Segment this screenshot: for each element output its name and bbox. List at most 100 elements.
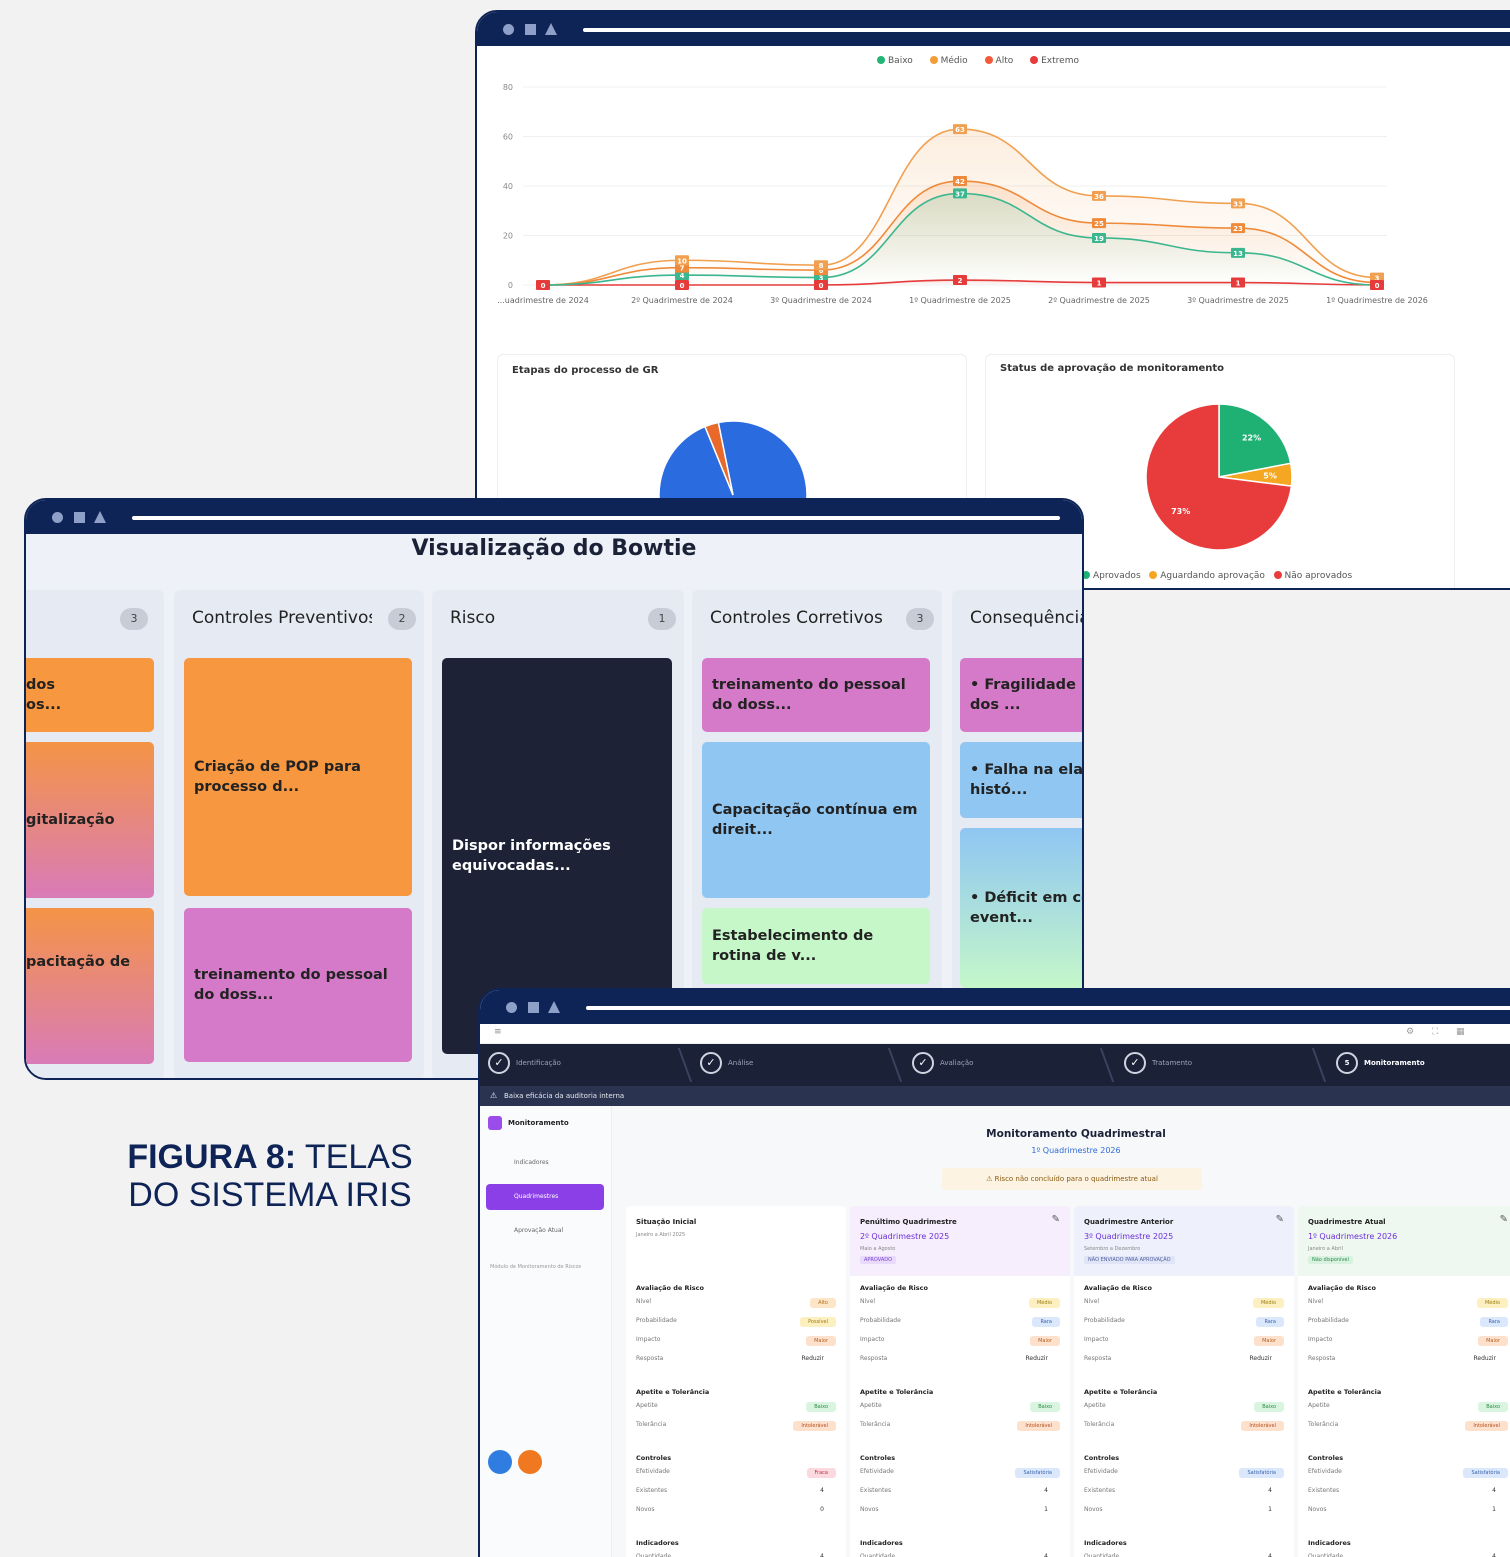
data-label: 23 — [1233, 225, 1243, 233]
data-label: 4 — [680, 272, 685, 280]
bowtie-card[interactable]: pacitação de — [26, 908, 154, 1064]
field-label: Apetite — [636, 1402, 658, 1409]
pie2-legend-nao-aprovados[interactable]: Não aprovados — [1273, 571, 1352, 581]
sidebar-item-indicadores[interactable]: Indicadores — [486, 1150, 604, 1176]
legend-item-medio[interactable]: Médio — [929, 56, 968, 66]
field-value: 4 — [1044, 1553, 1048, 1557]
check-icon: ✓ — [700, 1052, 722, 1074]
section-title: Apetite e Tolerância — [1308, 1388, 1382, 1396]
bowtie-card[interactable]: • Falha na elab histó... — [960, 742, 1082, 818]
data-label: 33 — [1233, 200, 1243, 208]
bowtie-card[interactable]: treinamento do pessoal do doss... — [702, 658, 930, 732]
field-value: 0 — [820, 1506, 824, 1513]
step-separator — [665, 1048, 693, 1082]
field-label: Existentes — [636, 1487, 668, 1494]
bowtie-card[interactable]: dos os... — [26, 658, 154, 732]
data-label: 1 — [1097, 280, 1102, 288]
field-row: Impacto Maior — [860, 1336, 1060, 1348]
data-label: 13 — [1233, 250, 1243, 258]
sidebar-item-aprovacao[interactable]: Aprovação Atual — [486, 1218, 604, 1244]
edit-icon[interactable]: ✎ — [1052, 1214, 1060, 1225]
field-row: Impacto Maior — [1084, 1336, 1284, 1348]
window-triangle-icon — [548, 1001, 560, 1013]
legend-item-baixo[interactable]: Baixo — [877, 56, 913, 66]
edit-icon[interactable]: ✎ — [1500, 1214, 1508, 1225]
bowtie-card[interactable]: • Fragilidade na dos ... — [960, 658, 1082, 732]
field-row: Resposta Reduzir — [1084, 1355, 1284, 1367]
legend-item-alto[interactable]: Alto — [984, 56, 1013, 66]
quad-name: 2º Quadrimestre 2025 — [860, 1232, 950, 1241]
bowtie-card[interactable]: • Déficit em con event... — [960, 828, 1082, 988]
data-label: 42 — [955, 178, 965, 186]
field-row: Quantidade 4 — [636, 1553, 836, 1557]
pie2-legend-aguardando[interactable]: Aguardando aprovação — [1149, 571, 1265, 581]
field-value: Intolerável — [793, 1421, 836, 1431]
field-row: Probabilidade Possível — [636, 1317, 836, 1329]
window-address-bar — [586, 1006, 1510, 1010]
bowtie-card[interactable]: Capacitação contínua em direit... — [702, 742, 930, 898]
bowtie-card[interactable]: gitalização — [26, 742, 154, 898]
field-value: Satisfatória — [1463, 1468, 1508, 1478]
field-label: Probabilidade — [1084, 1317, 1125, 1324]
monitor-main: Monitoramento Quadrimestral 1º Quadrimes… — [612, 1106, 1510, 1557]
legend-item-extremo[interactable]: Extremo — [1030, 56, 1079, 66]
y-tick-label: 20 — [503, 232, 513, 241]
section-title: Apetite e Tolerância — [1084, 1388, 1158, 1396]
field-label: Novos — [1308, 1506, 1327, 1513]
sidebar-item-quadrimestres[interactable]: Quadrimestres — [486, 1184, 604, 1210]
step-analise[interactable]: ✓ Análise — [700, 1052, 753, 1074]
field-value: Intolerável — [1465, 1421, 1508, 1431]
window-titlebar — [26, 500, 1082, 534]
field-value: 4 — [1268, 1553, 1272, 1557]
pie2-legend-aprovados[interactable]: Aprovados — [1082, 571, 1141, 581]
x-tick-label: 1º Quadrimestre de 2026 — [1326, 296, 1428, 305]
field-label: Tolerância — [1308, 1421, 1339, 1428]
field-value: Alto — [810, 1298, 836, 1308]
field-label: Impacto — [636, 1336, 661, 1343]
risk-title-bar: ⚠ Baixa eficácia da auditoria interna — [480, 1086, 1510, 1106]
step-number-icon: 5 — [1336, 1052, 1358, 1074]
quad-title: Quadrimestre Atual — [1308, 1218, 1386, 1226]
field-row: Resposta Reduzir — [1308, 1355, 1508, 1367]
column-count-badge: 1 — [648, 608, 676, 630]
window-titlebar — [477, 12, 1510, 46]
x-tick-label: 2º Quadrimestre de 2025 — [1048, 296, 1150, 305]
field-value: Satisfatória — [1239, 1468, 1284, 1478]
step-identificacao[interactable]: ✓ Identificação — [488, 1052, 561, 1074]
field-row: Novos 1 — [1308, 1506, 1508, 1518]
field-value: 4 — [1044, 1487, 1048, 1494]
step-tratamento[interactable]: ✓ Tratamento — [1124, 1052, 1192, 1074]
step-avaliacao[interactable]: ✓ Avaliação — [912, 1052, 973, 1074]
bowtie-card[interactable]: Estabelecimento de rotina de v... — [702, 908, 930, 984]
bowtie-card[interactable]: Criação de POP para processo d... — [184, 658, 412, 896]
risk-line-chart: 020406080...uadrimestre de 2024 2º Quadri… — [497, 83, 1428, 305]
field-label: Tolerância — [636, 1421, 667, 1428]
data-label: 25 — [1094, 220, 1104, 228]
quad-title: Situação Inicial — [636, 1218, 697, 1226]
quad-column-header: Situação Inicial Janeiro a Abril 2025 — [626, 1206, 846, 1276]
caption-label: FIGURA 8: — [127, 1138, 297, 1176]
bowtie-card[interactable]: treinamento do pessoal do doss... — [184, 908, 412, 1062]
grid-icon[interactable]: ▦ — [1456, 1027, 1465, 1037]
chat-fab-button[interactable] — [488, 1450, 512, 1474]
caption-line1: TELAS — [296, 1138, 413, 1176]
menu-icon[interactable]: ≡ — [494, 1027, 502, 1037]
sidebar-footer: Módulo de Monitoramento de Riscos — [490, 1264, 582, 1270]
field-label: Efetividade — [1084, 1468, 1118, 1475]
field-value: Rara — [1032, 1317, 1060, 1327]
help-fab-button[interactable] — [518, 1450, 542, 1474]
data-label: 2 — [958, 277, 963, 285]
edit-icon[interactable]: ✎ — [1276, 1214, 1284, 1225]
x-tick-label: 2º Quadrimestre de 2024 — [631, 296, 733, 305]
field-row: Existentes 4 — [1308, 1487, 1508, 1499]
field-row: Impacto Maior — [636, 1336, 836, 1348]
fullscreen-icon[interactable]: ⛶ — [1432, 1027, 1438, 1037]
field-row: Quantidade 4 — [860, 1553, 1060, 1557]
quad-status-badge: APROVADO — [860, 1256, 897, 1264]
window-dot-icon — [506, 1002, 517, 1013]
process-stepper: ✓ Identificação ✓ Análise ✓ Avaliação ✓ Trat… — [480, 1044, 1510, 1086]
quad-column-header: Quadrimestre Anterior 3º Quadrimestre 202… — [1074, 1206, 1294, 1276]
settings-icon[interactable]: ⚙ — [1406, 1027, 1414, 1037]
step-monitoramento[interactable]: 5 Monitoramento — [1336, 1052, 1425, 1074]
field-label: Quantidade — [1084, 1553, 1120, 1557]
